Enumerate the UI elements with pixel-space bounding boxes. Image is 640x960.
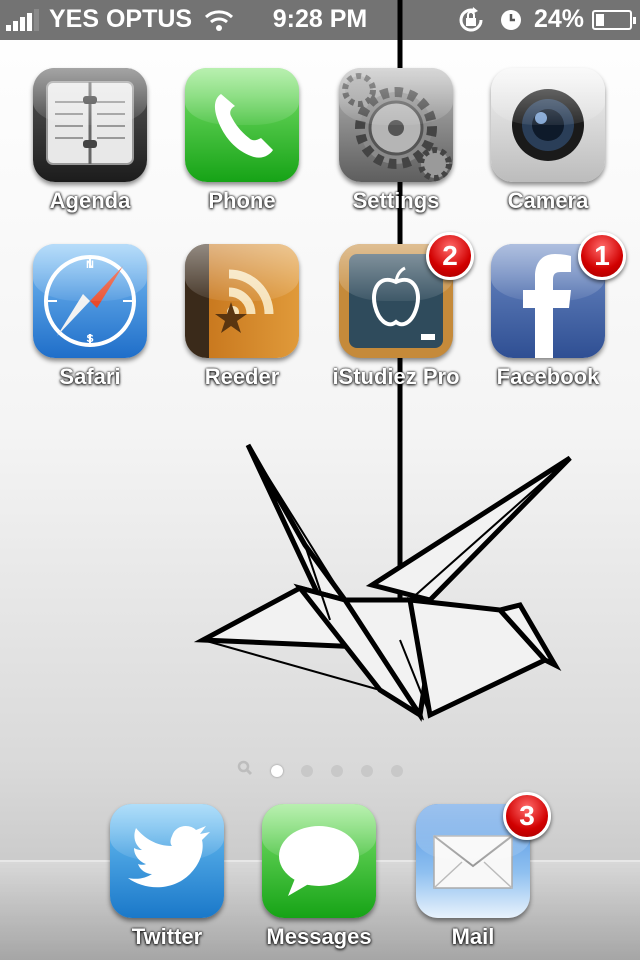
status-right: 24% xyxy=(456,5,636,34)
app-label: Messages xyxy=(266,924,372,949)
app-messages[interactable]: Messages xyxy=(249,804,389,950)
app-agenda[interactable]: Agenda xyxy=(20,68,160,214)
agenda-icon xyxy=(33,68,147,182)
battery-percent: 24% xyxy=(533,5,584,33)
orientation-lock-icon xyxy=(459,6,483,32)
alarm-clock-icon xyxy=(500,9,521,30)
battery-icon xyxy=(592,9,636,30)
notification-badge: 3 xyxy=(503,792,551,840)
camera-lens-icon xyxy=(491,68,605,182)
app-label: Reeder xyxy=(204,364,280,389)
app-label: Facebook xyxy=(496,364,600,389)
app-label: Camera xyxy=(507,188,589,213)
compass-icon: N S xyxy=(33,244,147,358)
app-label: Agenda xyxy=(49,188,131,213)
app-label: iStudiez Pro xyxy=(332,364,460,389)
app-safari[interactable]: N S Safari xyxy=(20,244,160,390)
notification-badge: 1 xyxy=(578,232,626,280)
app-label: Phone xyxy=(208,188,276,213)
app-reeder[interactable]: Reeder xyxy=(172,244,312,390)
app-facebook[interactable]: 1 Facebook xyxy=(478,232,626,390)
rss-star-icon xyxy=(185,244,299,358)
app-camera[interactable]: Camera xyxy=(478,68,618,214)
notification-badge: 2 xyxy=(426,232,474,280)
home-screen: YES OPTUS 9:28 PM 24% Agenda Phone Setti… xyxy=(0,0,640,960)
page-indicator[interactable] xyxy=(0,760,640,781)
page-dot[interactable] xyxy=(391,764,403,777)
app-settings[interactable]: Settings xyxy=(326,68,466,214)
twitter-bird-icon xyxy=(110,804,224,918)
svg-text:N: N xyxy=(86,259,94,271)
app-label: Mail xyxy=(451,924,495,949)
page-dot[interactable] xyxy=(331,764,343,777)
app-label: Safari xyxy=(59,364,121,389)
app-twitter[interactable]: Twitter xyxy=(97,804,237,950)
app-mail[interactable]: 3 Mail xyxy=(403,792,551,950)
app-label: Settings xyxy=(352,188,440,213)
page-dot[interactable] xyxy=(361,764,373,777)
page-dot[interactable] xyxy=(301,764,313,777)
svg-text:S: S xyxy=(86,333,93,345)
speech-bubble-icon xyxy=(262,804,376,918)
settings-gears-icon xyxy=(339,68,453,182)
search-icon[interactable] xyxy=(237,760,253,781)
status-bar: YES OPTUS 9:28 PM 24% xyxy=(0,0,640,40)
app-label: Twitter xyxy=(131,924,203,949)
app-istudiez-pro[interactable]: 2 iStudiez Pro xyxy=(326,232,474,390)
phone-icon xyxy=(185,68,299,182)
app-phone[interactable]: Phone xyxy=(172,68,312,214)
page-dot[interactable] xyxy=(271,764,283,777)
